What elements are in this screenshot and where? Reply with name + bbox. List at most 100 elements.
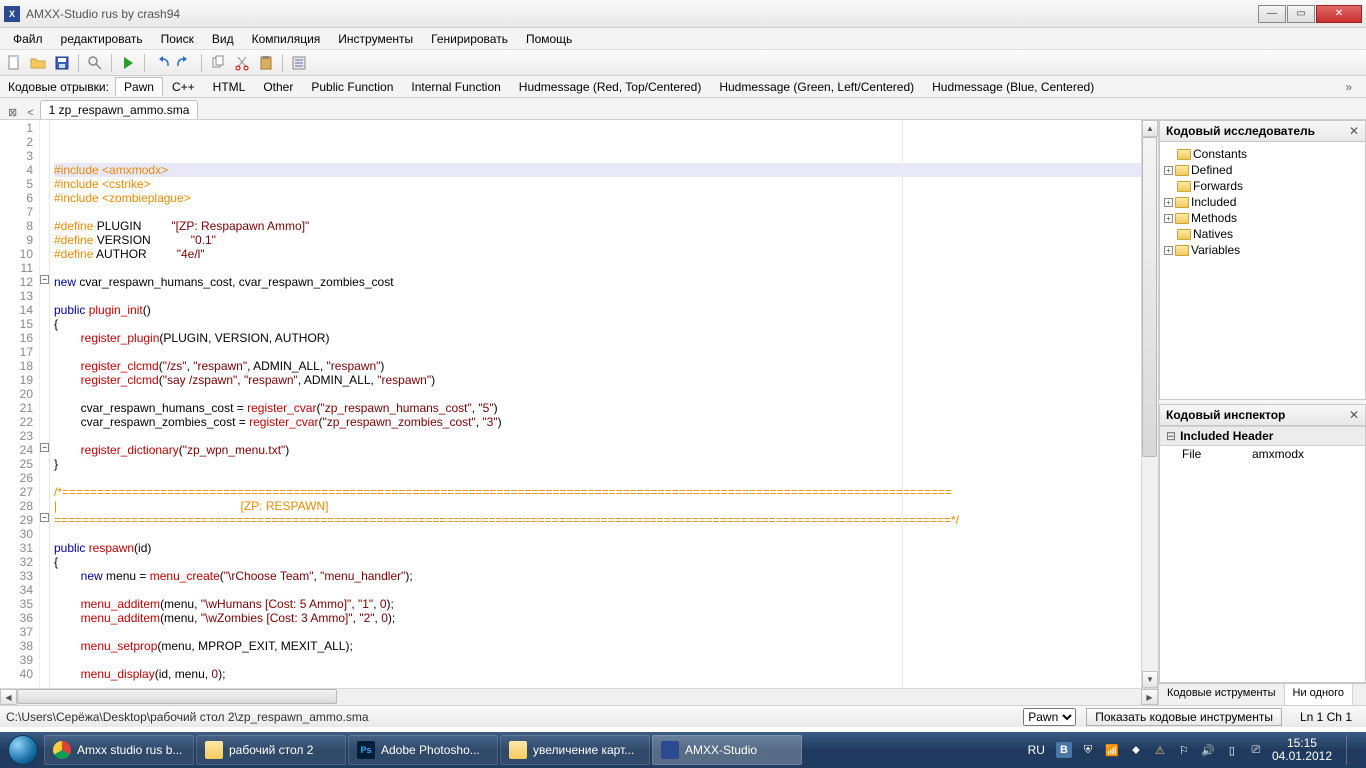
- tray-wifi-icon[interactable]: ⎚: [1248, 742, 1264, 758]
- code-line[interactable]: ========================================…: [54, 513, 1141, 527]
- tree-item[interactable]: +Defined: [1162, 162, 1363, 178]
- fold-toggle[interactable]: −: [40, 513, 49, 522]
- code-line[interactable]: menu_display(id, menu, 0);: [54, 667, 1141, 681]
- search-button[interactable]: [85, 53, 105, 73]
- tree-item[interactable]: Constants: [1162, 146, 1363, 162]
- code-line[interactable]: [54, 387, 1141, 401]
- code-line[interactable]: #include <zombieplague>: [54, 191, 1141, 205]
- snippet-tab[interactable]: Other: [254, 77, 302, 96]
- code-line[interactable]: }: [54, 457, 1141, 471]
- taskbar-item[interactable]: AMXX-Studio: [652, 735, 802, 765]
- snippet-tab[interactable]: Internal Function: [402, 77, 509, 96]
- code-line[interactable]: register_dictionary("zp_wpn_menu.txt"): [54, 443, 1141, 457]
- code-line[interactable]: [54, 345, 1141, 359]
- tray-app-icon[interactable]: ⬥: [1128, 742, 1144, 758]
- code-line[interactable]: [54, 471, 1141, 485]
- scroll-right-button[interactable]: ▶: [1141, 689, 1158, 705]
- tree-item[interactable]: Forwards: [1162, 178, 1363, 194]
- hscroll-track[interactable]: [17, 689, 1141, 705]
- tray-vk-icon[interactable]: В: [1056, 742, 1072, 758]
- code-explorer-close-icon[interactable]: ✕: [1349, 124, 1359, 138]
- code-area[interactable]: #include <amxmodx>#include <cstrike>#inc…: [50, 120, 1141, 688]
- code-line[interactable]: {: [54, 555, 1141, 569]
- save-button[interactable]: [52, 53, 72, 73]
- code-line[interactable]: new cvar_respawn_humans_cost, cvar_respa…: [54, 275, 1141, 289]
- code-line[interactable]: [54, 205, 1141, 219]
- code-line[interactable]: register_plugin(PLUGIN, VERSION, AUTHOR): [54, 331, 1141, 345]
- code-editor[interactable]: 1234567891011121314151617181920212223242…: [0, 120, 1158, 688]
- code-line[interactable]: menu_additem(menu, "\wZombies [Cost: 3 A…: [54, 611, 1141, 625]
- code-line[interactable]: #include <cstrike>: [54, 177, 1141, 191]
- taskbar-item[interactable]: Amxx studio rus b...: [44, 735, 194, 765]
- code-line[interactable]: [54, 289, 1141, 303]
- menu-поиск[interactable]: Поиск: [152, 29, 203, 49]
- inspector-section-header[interactable]: Included Header: [1160, 426, 1365, 446]
- code-line[interactable]: public plugin_init(): [54, 303, 1141, 317]
- fold-gutter[interactable]: − − −: [40, 120, 50, 688]
- code-line[interactable]: [54, 653, 1141, 667]
- tray-volume-icon[interactable]: 🔊: [1200, 742, 1216, 758]
- show-code-tools-button[interactable]: Показать кодовые инструменты: [1086, 708, 1282, 726]
- editor-horizontal-scrollbar[interactable]: ◀ ▶: [0, 688, 1158, 705]
- input-language-indicator[interactable]: RU: [1025, 742, 1048, 758]
- snippet-tab[interactable]: Hudmessage (Blue, Centered): [923, 77, 1103, 96]
- menu-вид[interactable]: Вид: [203, 29, 243, 49]
- minimize-button[interactable]: —: [1258, 5, 1286, 23]
- tray-network-icon[interactable]: 📶: [1104, 742, 1120, 758]
- tray-battery-icon[interactable]: ▯: [1224, 742, 1240, 758]
- hscroll-thumb[interactable]: [17, 689, 337, 704]
- new-file-button[interactable]: [4, 53, 24, 73]
- scroll-up-button[interactable]: ▲: [1142, 120, 1158, 137]
- taskbar-item[interactable]: рабочий стол 2: [196, 735, 346, 765]
- code-line[interactable]: menu_additem(menu, "\wHumans [Cost: 5 Am…: [54, 597, 1141, 611]
- tree-item[interactable]: Natives: [1162, 226, 1363, 242]
- copy-button[interactable]: [208, 53, 228, 73]
- code-line[interactable]: #define PLUGIN "[ZP: Respapawn Ammo]": [54, 219, 1141, 233]
- menu-компиляция[interactable]: Компиляция: [243, 29, 330, 49]
- code-inspector-close-icon[interactable]: ✕: [1349, 408, 1359, 422]
- tree-expand-icon[interactable]: +: [1164, 246, 1173, 255]
- code-line[interactable]: | [ZP: RESPAWN]: [54, 499, 1141, 513]
- fold-toggle[interactable]: −: [40, 443, 49, 452]
- redo-button[interactable]: [175, 53, 195, 73]
- tab-nav-left-icon[interactable]: <: [23, 107, 37, 119]
- code-explorer-tree[interactable]: Constants+DefinedForwards+Included+Metho…: [1159, 142, 1366, 400]
- code-line[interactable]: register_clcmd("say /zspawn", "respawn",…: [54, 373, 1141, 387]
- code-line[interactable]: cvar_respawn_humans_cost = register_cvar…: [54, 401, 1141, 415]
- snippet-tab[interactable]: Hudmessage (Green, Left/Centered): [710, 77, 923, 96]
- right-tab[interactable]: Ни одного: [1285, 684, 1354, 705]
- taskbar-item[interactable]: увеличение карт...: [500, 735, 650, 765]
- menu-файл[interactable]: Файл: [4, 29, 52, 49]
- code-line[interactable]: cvar_respawn_zombies_cost = register_cva…: [54, 415, 1141, 429]
- settings-button[interactable]: [289, 53, 309, 73]
- paste-button[interactable]: [256, 53, 276, 73]
- tree-item[interactable]: +Methods: [1162, 210, 1363, 226]
- close-button[interactable]: ✕: [1316, 5, 1362, 23]
- snippet-tab[interactable]: HTML: [204, 77, 255, 96]
- snippets-overflow-icon[interactable]: »: [1339, 80, 1358, 94]
- taskbar-item[interactable]: PsAdobe Photosho...: [348, 735, 498, 765]
- scroll-down-button[interactable]: ▼: [1142, 671, 1158, 688]
- menu-редактировать[interactable]: редактировать: [52, 29, 152, 49]
- tray-shield-icon[interactable]: ⛨: [1080, 742, 1096, 758]
- right-tab[interactable]: Кодовые иструменты: [1159, 684, 1285, 705]
- code-line[interactable]: public respawn(id): [54, 541, 1141, 555]
- start-button[interactable]: [4, 735, 42, 765]
- code-line[interactable]: #include <amxmodx>: [54, 163, 1141, 177]
- tree-item[interactable]: +Variables: [1162, 242, 1363, 258]
- show-desktop-button[interactable]: [1346, 735, 1356, 765]
- cut-button[interactable]: [232, 53, 252, 73]
- code-line[interactable]: [54, 583, 1141, 597]
- tree-expand-icon[interactable]: +: [1164, 198, 1173, 207]
- language-select[interactable]: Pawn: [1023, 708, 1076, 726]
- scroll-left-button[interactable]: ◀: [0, 689, 17, 705]
- menu-помощь[interactable]: Помощь: [517, 29, 581, 49]
- maximize-button[interactable]: ▭: [1287, 5, 1315, 23]
- fold-toggle[interactable]: −: [40, 275, 49, 284]
- code-line[interactable]: {: [54, 317, 1141, 331]
- snippet-tab[interactable]: Public Function: [302, 77, 402, 96]
- code-line[interactable]: #define VERSION "0.1": [54, 233, 1141, 247]
- menu-генирировать[interactable]: Генирировать: [422, 29, 517, 49]
- code-line[interactable]: register_clcmd("/zs", "respawn", ADMIN_A…: [54, 359, 1141, 373]
- code-line[interactable]: [54, 261, 1141, 275]
